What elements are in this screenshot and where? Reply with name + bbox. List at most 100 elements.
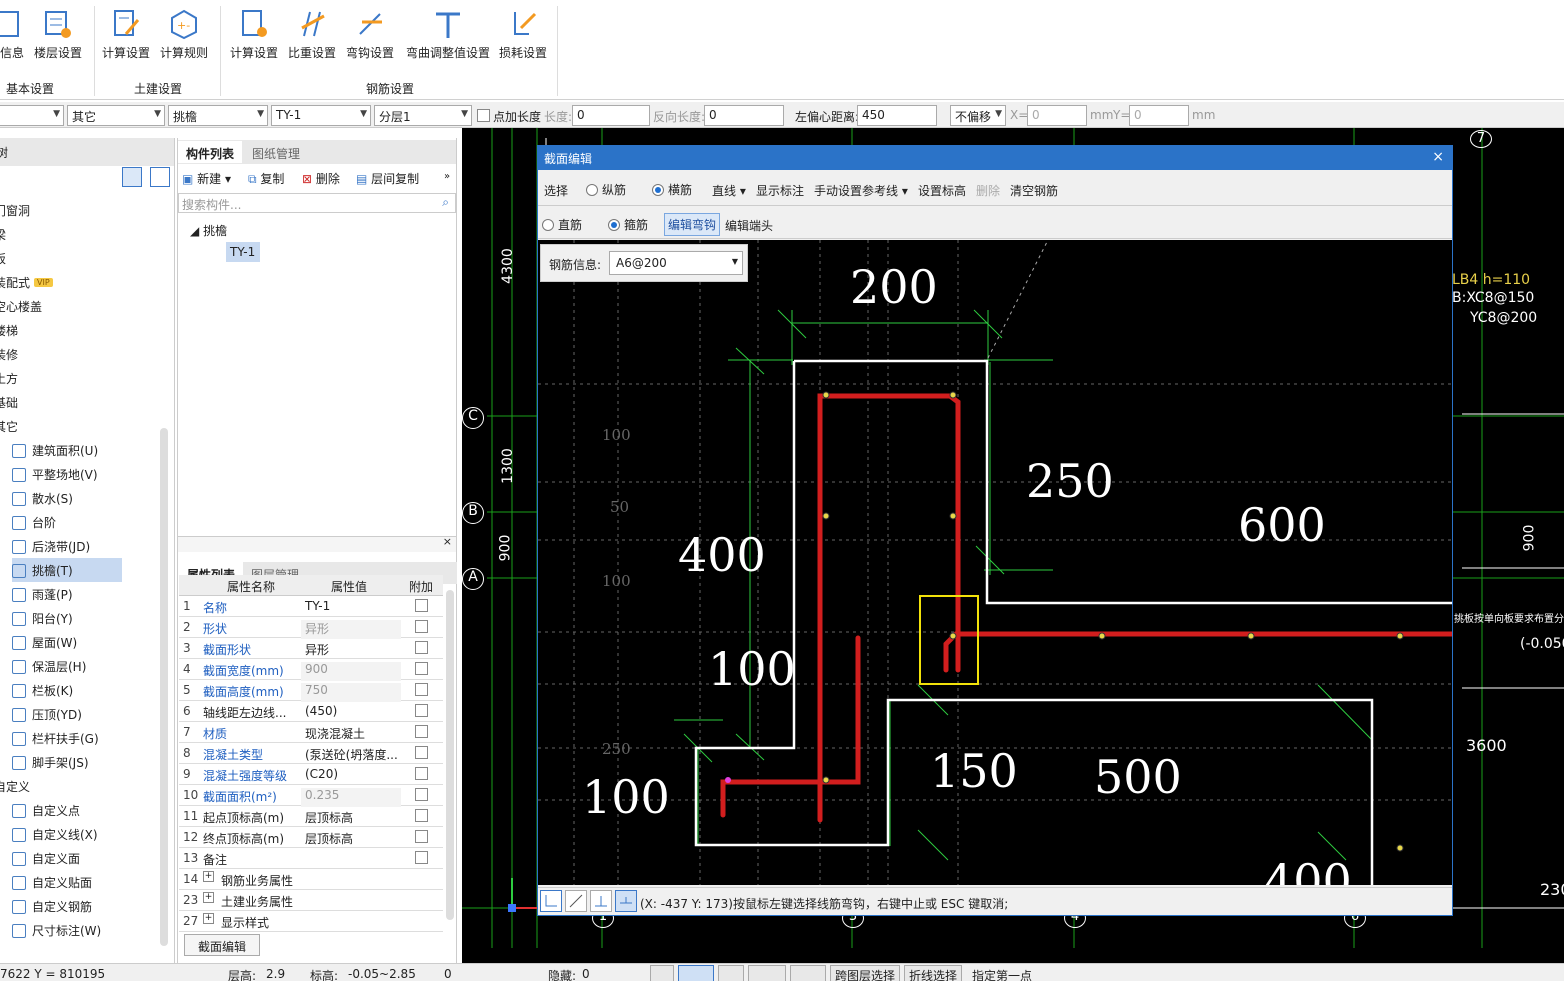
ortho-icon[interactable] [540,890,562,912]
tree-category-item[interactable]: 土方 [0,366,164,390]
rebar-info-select[interactable]: A6@200 ▼ [609,251,743,275]
tree-custom-item[interactable]: 自定义贴面 [12,870,182,894]
polyline-select-button[interactable]: 折线选择 [904,965,963,981]
radio-long[interactable]: 纵筋 [586,181,626,198]
tree-category-item[interactable]: 装修 [0,342,164,366]
property-row[interactable]: 23 + 土建业务属性 [179,890,443,911]
more-icon[interactable]: » [444,171,450,182]
section-canvas[interactable]: 钢筋信息: A6@200 ▼ 200 250 600 400 100 150 50… [538,240,1452,885]
tree-category-item[interactable]: 装配式 VIP [0,270,164,294]
tree-sub-item[interactable]: 台阶 [12,510,122,534]
ribbon-bend-adjust-button[interactable]: 弯曲调整值设置 [403,8,493,61]
select-button[interactable]: 选择 [544,182,568,199]
property-row[interactable]: 3 截面形状 异形 [179,638,443,659]
tab-drawing-manage[interactable]: 图纸管理 [244,141,308,163]
tree-child[interactable]: TY-1 [226,242,260,262]
y-input[interactable]: 0 [1129,105,1189,126]
tree-custom-item[interactable]: 自定义面 [12,846,182,870]
attach-checkbox[interactable] [415,851,428,864]
property-row[interactable]: 4 截面宽度(mm) 900 [179,659,443,681]
tree-custom-item[interactable]: 尺寸标注(W) [12,918,182,942]
attach-checkbox[interactable] [415,767,428,780]
tree-sub-item[interactable]: 后浇带(JD) [12,534,122,558]
edit-end-button[interactable]: 编辑端头 [725,217,773,234]
x-input[interactable]: 0 [1027,105,1087,126]
layer-select[interactable]: ▼ [0,105,64,126]
line-dropdown[interactable]: 直线 ▾ [712,182,746,199]
sublayer-select[interactable]: 分层1 ▼ [374,105,472,126]
tab-component-list[interactable]: 构件列表 [178,141,243,163]
expand-icon[interactable]: + [203,871,214,882]
tree-sub-item[interactable]: 挑檐(T) [12,558,122,582]
tree-category-item[interactable]: 门窗洞 [0,198,164,222]
edit-hook-button[interactable]: 编辑弯钩 [664,213,721,236]
dynamic-input-icon[interactable] [790,965,826,981]
attach-checkbox[interactable] [415,830,428,843]
tree-sub-item[interactable]: 脚手架(JS) [12,750,122,774]
attach-checkbox[interactable] [415,704,428,717]
tree-custom-item[interactable]: 自定义线(X) [12,822,182,846]
type-select[interactable]: 挑檐 ▼ [168,105,268,126]
tree-sub-item[interactable]: 阳台(Y) [12,606,122,630]
property-row[interactable]: 13 备注 [179,848,443,869]
copy-button[interactable]: ⧉ 复制 [248,170,284,187]
grid-view-icon[interactable] [150,167,170,187]
ribbon-floor-setting-button[interactable]: 楼层设置 [28,8,88,61]
ribbon-rebar-calc-setting-button[interactable]: 计算设置 [224,8,284,61]
tree-scrollbar[interactable] [160,428,168,946]
tree-sub-item[interactable]: 平整场地(V) [12,462,122,486]
polar-icon[interactable] [565,890,587,912]
property-row[interactable]: 8 混凝土类型 (泵送砼(坍落度... [179,743,443,764]
cross-layer-select-button[interactable]: 跨图层选择 [830,965,901,981]
ribbon-calc-rule-button[interactable]: +- 计算规则 [154,8,214,61]
tree-category-custom[interactable]: 自定义 [0,774,164,798]
manual-ref-dropdown[interactable]: 手动设置参考线 ▾ [814,182,908,199]
property-row[interactable]: 6 轴线距左边线... (450) [179,701,443,722]
property-row[interactable]: 5 截面高度(mm) 750 [179,680,443,702]
polar-toggle-icon[interactable] [748,965,786,981]
delete-button[interactable]: ⊠ 删除 [302,170,340,187]
property-row[interactable]: 27 + 显示样式 [179,911,443,932]
property-row[interactable]: 7 材质 现浇混凝土 [179,722,443,743]
tree-sub-item[interactable]: 建筑面积(U) [12,438,122,462]
tree-sub-item[interactable]: 保温层(H) [12,654,122,678]
tree-sub-item[interactable]: 雨蓬(P) [12,582,122,606]
attach-checkbox[interactable] [415,662,428,675]
property-row[interactable]: 2 形状 异形 [179,617,443,639]
tree-sub-item[interactable]: 栏杆扶手(G) [12,726,122,750]
add-length-checkbox[interactable] [477,109,490,122]
close-icon[interactable]: × [443,535,452,548]
section-edit-button[interactable]: 截面编辑 [184,934,260,956]
attach-checkbox[interactable] [415,809,428,822]
floor-copy-button[interactable]: ▤ 层间复制 [356,170,419,187]
attach-checkbox[interactable] [415,620,428,633]
new-button[interactable]: ▣ 新建 ▾ [182,170,231,187]
category-select[interactable]: 其它 ▼ [67,105,165,126]
tree-category-item[interactable]: 梁 [0,222,164,246]
tree-sub-item[interactable]: 散水(S) [12,486,122,510]
property-row[interactable]: 1 名称 TY-1 [179,596,443,617]
splitter[interactable]: × [178,535,456,552]
snap-toggle-icon[interactable] [678,965,714,981]
attach-checkbox[interactable] [415,725,428,738]
ribbon-hook-setting-button[interactable]: 弯钩设置 [340,8,400,61]
attach-checkbox[interactable] [415,788,428,801]
tree-category-item[interactable]: 空心楼盖 [0,294,164,318]
property-row[interactable]: 14 + 钢筋业务属性 [179,869,443,890]
property-row[interactable]: 10 截面面积(m²) 0.235 [179,785,443,807]
close-icon[interactable]: × [1432,149,1444,165]
perpendicular-icon[interactable] [590,890,612,912]
attach-checkbox[interactable] [415,746,428,759]
snap-icon[interactable] [615,890,637,912]
tree-sub-item[interactable]: 屋面(W) [12,630,122,654]
list-view-icon[interactable] [122,167,142,187]
tree-category-item[interactable]: 基础 [0,390,164,414]
rev-length-input[interactable]: 0 [704,105,784,126]
attach-checkbox[interactable] [415,641,428,654]
component-select[interactable]: TY-1 ▼ [271,105,371,126]
property-row[interactable]: 9 混凝土强度等级 (C20) [179,764,443,785]
attach-checkbox[interactable] [415,599,428,612]
property-row[interactable]: 11 起点顶标高(m) 层顶标高 [179,806,443,827]
tree-category-item[interactable]: 楼梯 [0,318,164,342]
radio-hoop[interactable]: 横筋 [652,181,692,198]
